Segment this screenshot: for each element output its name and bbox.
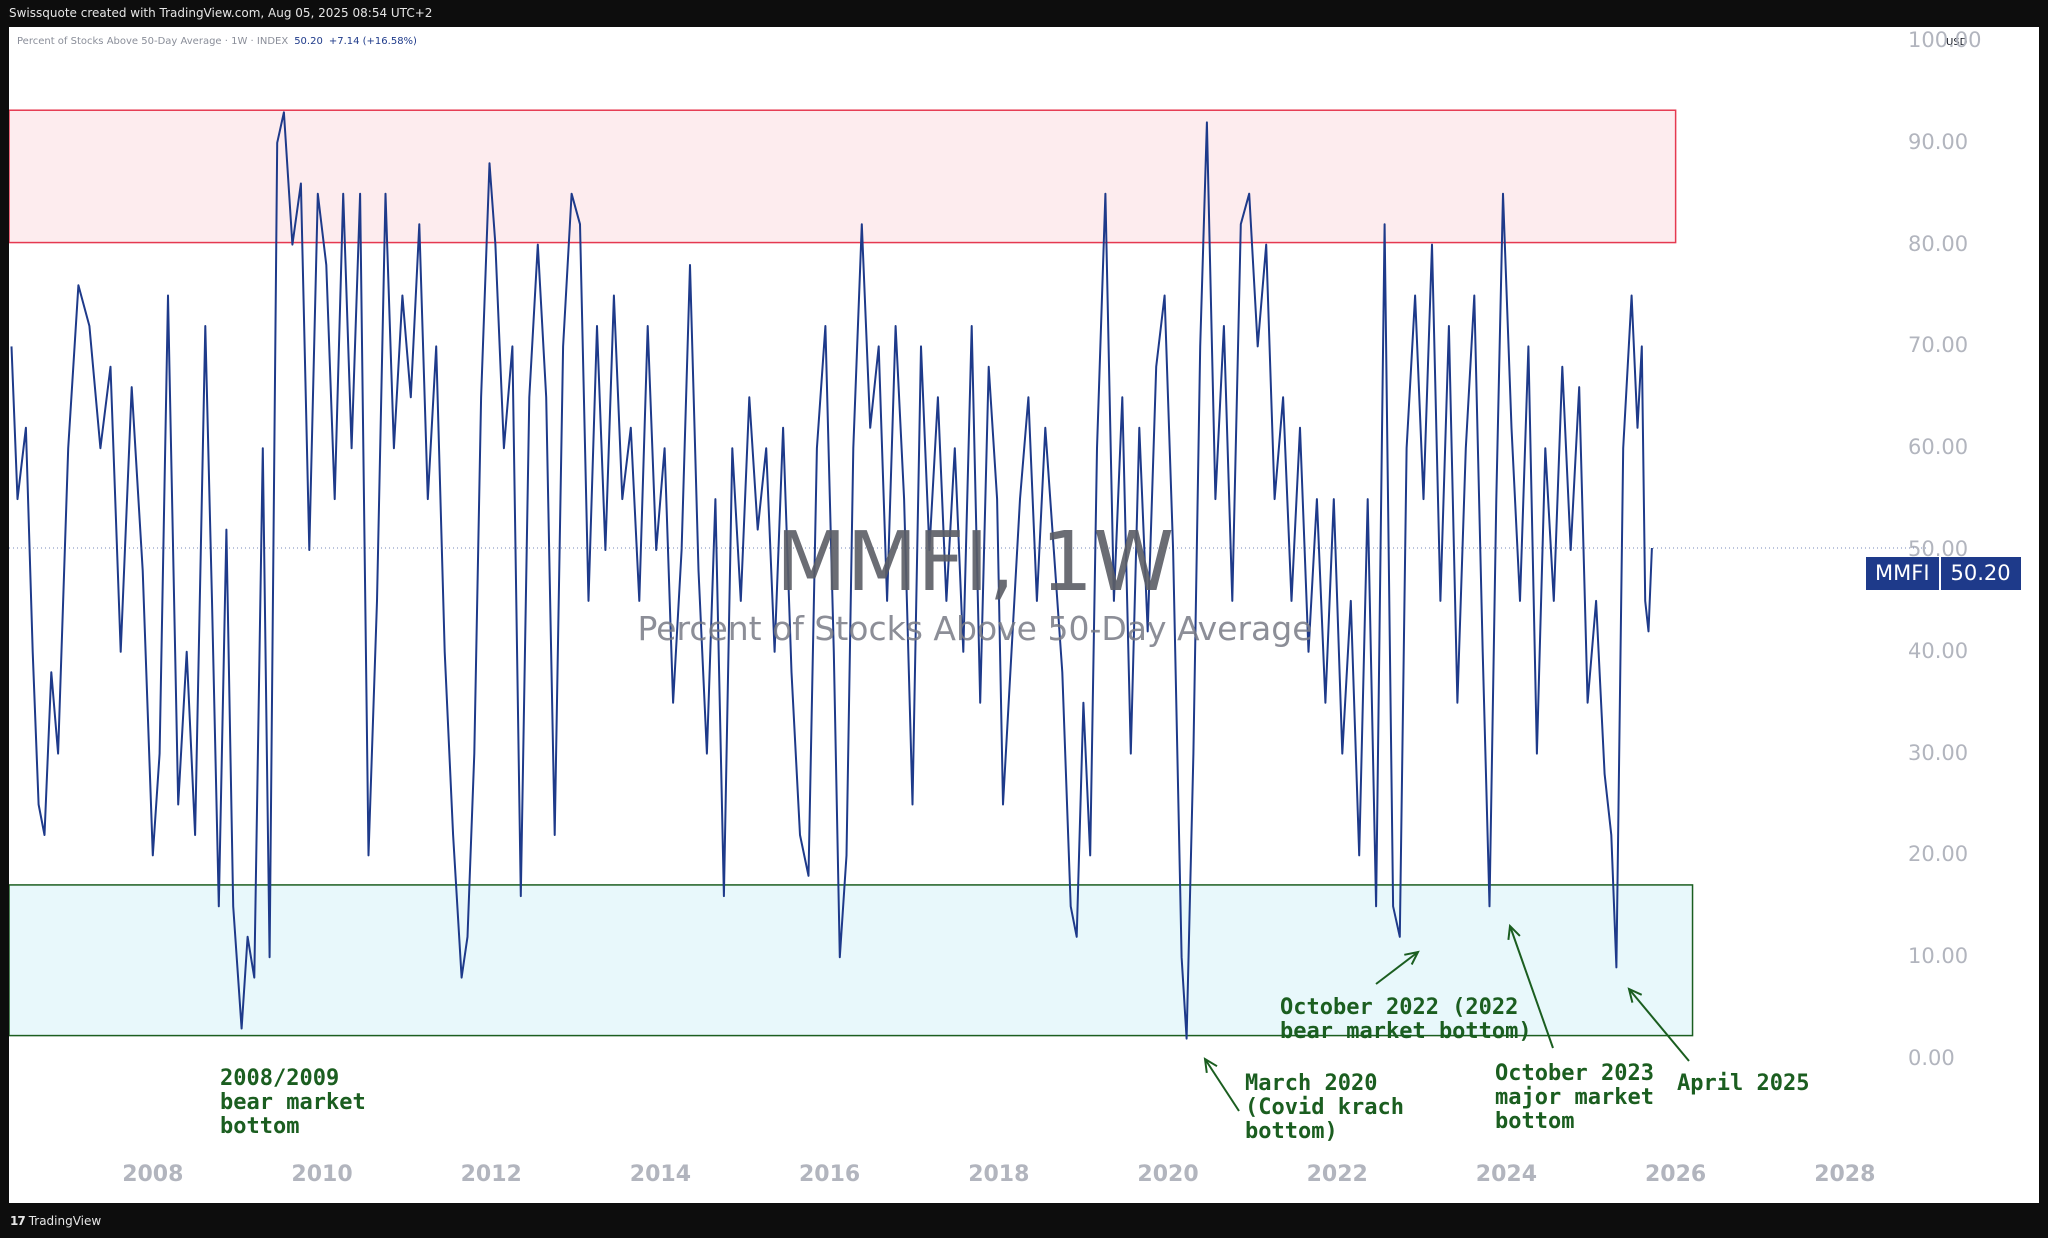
price-tag-value: 50.20	[1940, 557, 2021, 590]
y-tick-label: 30.00	[1908, 740, 1969, 765]
legend-title: Percent of Stocks Above 50-Day Average ·…	[17, 36, 289, 47]
chart-credit: Swissquote created with TradingView.com,…	[9, 6, 433, 20]
y-tick-label: 0.00	[1908, 1046, 1955, 1070]
tradingview-brand: TradingView	[28, 1214, 102, 1228]
tradingview-mark-icon: 17	[10, 1214, 26, 1228]
y-tick-label: 40.00	[1908, 638, 1969, 663]
legend-change: +7.14 (+16.58%)	[328, 36, 417, 47]
price-tag: MMFI 50.20	[1866, 557, 2021, 590]
y-tick-label: 70.00	[1908, 333, 1969, 358]
x-tick-label: 2024	[1475, 1162, 1538, 1187]
x-tick-label: 2016	[798, 1162, 861, 1187]
x-tick-label: 2026	[1644, 1162, 1707, 1187]
watermark-title: MMFI, 1W	[775, 515, 1175, 610]
annotation-2008: 2008/2009 bear market bottom	[220, 1066, 366, 1139]
bottom-bar: 17 TradingView	[0, 1203, 2048, 1238]
legend: Percent of Stocks Above 50-Day Average ·…	[17, 36, 417, 47]
tradingview-logo[interactable]: 17 TradingView	[10, 1214, 101, 1228]
y-tick-label: 10.00	[1908, 944, 1969, 969]
x-tick-label: 2014	[629, 1162, 692, 1187]
annotation-2020: March 2020 (Covid krach bottom)	[1245, 1071, 1404, 1144]
y-tick-label: 80.00	[1908, 231, 1969, 256]
y-tick-label: 100.00	[1908, 28, 1982, 52]
y-tick-label: 20.00	[1908, 842, 1969, 867]
watermark-subtitle: Percent of Stocks Above 50-Day Average	[637, 609, 1313, 648]
y-tick-label: 60.00	[1908, 435, 1969, 460]
x-tick-label: 2018	[968, 1162, 1030, 1187]
annotation-2023: October 2023 major market bottom	[1495, 1061, 1654, 1134]
x-tick-label: 2028	[1814, 1162, 1876, 1187]
top-bar: Swissquote created with TradingView.com,…	[0, 0, 2048, 27]
x-tick-label: 2008	[122, 1162, 184, 1187]
x-tick-label: 2012	[460, 1162, 522, 1187]
annotation-arrow	[1204, 1058, 1240, 1112]
zone-overbought	[9, 109, 1677, 244]
annotation-2025: April 2025	[1677, 1071, 1810, 1096]
y-tick-label: 90.00	[1908, 129, 1969, 154]
price-tag-symbol: MMFI	[1866, 557, 1939, 590]
x-tick-label: 2022	[1306, 1162, 1368, 1187]
annotation-2022: October 2022 (2022 bear market bottom)	[1280, 995, 1532, 1044]
legend-last: 50.20	[294, 36, 323, 47]
x-tick-label: 2020	[1137, 1162, 1199, 1187]
x-tick-label: 2010	[291, 1162, 353, 1187]
annotation-arrowhead	[1203, 1057, 1218, 1074]
